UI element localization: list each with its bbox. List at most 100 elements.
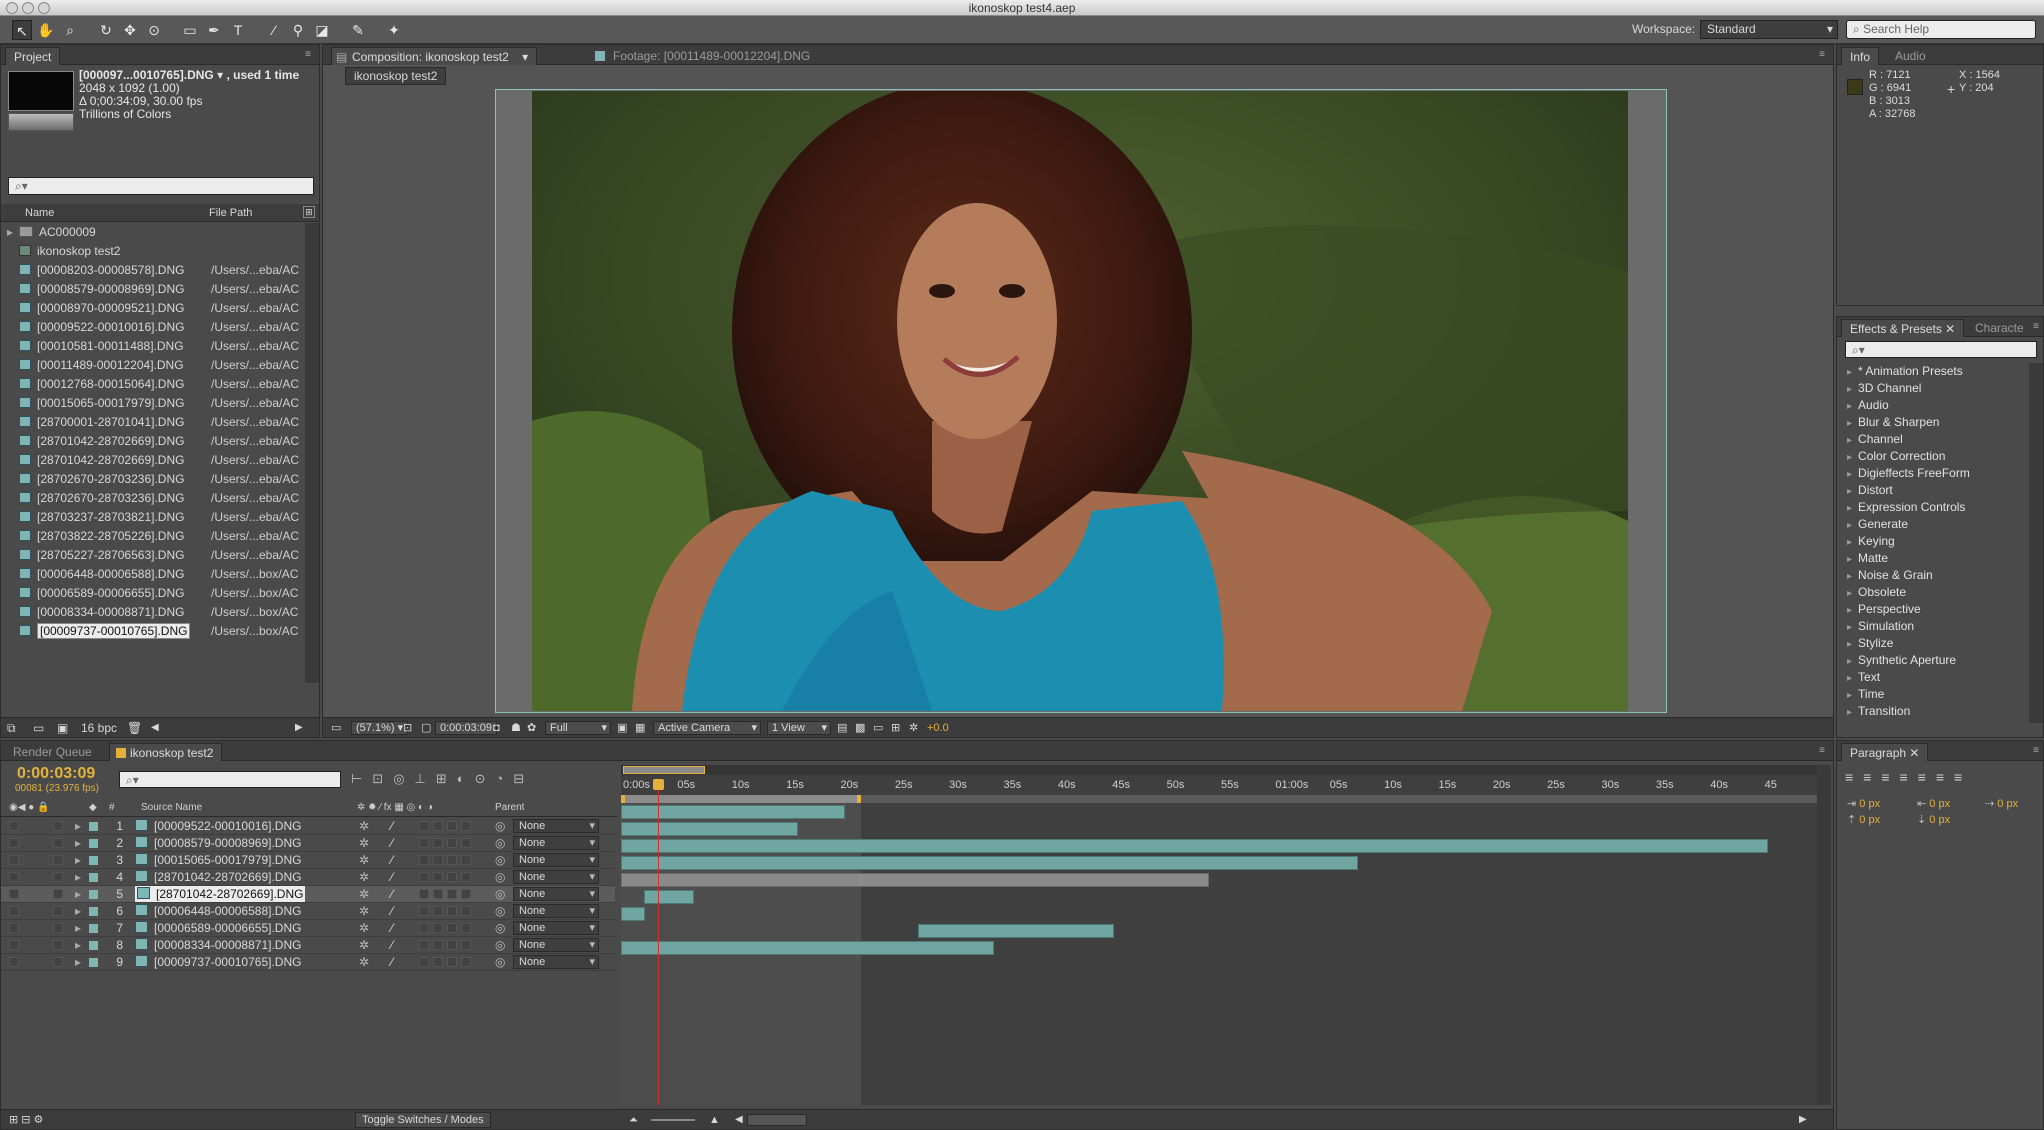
pick-whip-icon[interactable]: ◎ [495,937,505,953]
quality-switch-icon[interactable]: ⁄ [391,903,393,919]
layer-switch[interactable] [433,872,443,882]
camera-select[interactable]: Active Camera ▾ [653,721,761,735]
rectangle-tool-icon[interactable]: ▭ [180,20,200,40]
layer-switch[interactable] [447,838,457,848]
show-snapshot-icon[interactable]: ☗ [511,718,521,738]
project-item[interactable]: [00008579-00008969].DNG/Users/...eba/AC [5,280,303,299]
quality-switch-icon[interactable]: ⁄ [391,818,393,834]
expand-panes-icons[interactable]: ⊞ ⊟ ⚙ [9,1110,43,1130]
layer-row[interactable]: ▸ 4 [28701042-28702669].DNG ✲ ⁄ ◎ None [1,869,615,886]
pick-whip-icon[interactable]: ◎ [495,869,505,885]
layer-label-color[interactable] [89,907,98,916]
zoom-slider[interactable] [651,1119,695,1121]
expand-layer-icon[interactable]: ▸ [75,903,81,919]
expand-layer-icon[interactable]: ▸ [75,835,81,851]
effects-category[interactable]: Synthetic Aperture [1847,652,1956,669]
layer-duration-bar[interactable] [621,839,1769,853]
label-icon[interactable]: ◆ [89,799,97,817]
panel-menu-icon[interactable]: ≡ [305,49,311,60]
video-visibility-switch[interactable] [9,889,19,899]
mask-visibility-icon[interactable]: ▢ [421,718,431,738]
effects-category[interactable]: Blur & Sharpen [1847,414,1939,431]
project-item[interactable]: [00010581-00011488].DNG/Users/...eba/AC [5,337,303,356]
composition-canvas[interactable] [495,89,1667,713]
pick-whip-icon[interactable]: ◎ [495,920,505,936]
layer-source-name[interactable]: [00008579-00008969].DNG [135,835,301,851]
project-item[interactable]: [00008203-00008578].DNG/Users/...eba/AC [5,261,303,280]
layer-switch[interactable] [433,940,443,950]
video-visibility-switch[interactable] [9,923,19,933]
pick-whip-icon[interactable]: ◎ [495,886,505,902]
effects-search-input[interactable]: ⌕▾ [1845,341,2037,358]
layer-switch[interactable] [447,923,457,933]
layer-row[interactable]: ▸ 5 [28701042-28702669].DNG ✲ ⁄ ◎ None [1,886,615,903]
safe-zones-icon[interactable]: ⊡ [403,718,412,738]
shy-switch-icon[interactable]: ✲ [359,954,369,970]
layer-label-color[interactable] [89,890,98,899]
layer-switch[interactable] [461,872,471,882]
layer-row[interactable]: ▸ 8 [00008334-00008871].DNG ✲ ⁄ ◎ None [1,937,615,954]
layer-parent-select[interactable]: None [513,853,599,867]
layer-parent-select[interactable]: None [513,819,599,833]
exposure-reset-icon[interactable]: ✲ [909,718,918,738]
expand-layer-icon[interactable]: ▸ [75,920,81,936]
quality-switch-icon[interactable]: ⁄ [391,920,393,936]
effects-category[interactable]: Matte [1847,550,1888,567]
layer-source-name[interactable]: [00008334-00008871].DNG [135,937,301,953]
pen-tool-icon[interactable]: ✒ [204,20,224,40]
effects-category[interactable]: 3D Channel [1847,380,1921,397]
layer-source-name[interactable]: [00006589-00006655].DNG [135,920,301,936]
layer-switch[interactable] [419,855,429,865]
layer-switch[interactable] [419,923,429,933]
layer-source-name[interactable]: [00015065-00017979].DNG [135,852,301,868]
effects-category[interactable]: Simulation [1847,618,1914,635]
pick-whip-icon[interactable]: ◎ [495,835,505,851]
tab-composition[interactable]: ▤ Composition: ikonoskop test2 ▾ [331,47,538,65]
camera-orbit-icon[interactable]: ✥ [120,20,140,40]
layer-switch[interactable] [419,906,429,916]
layer-switch[interactable] [433,957,443,967]
layer-switch[interactable] [419,957,429,967]
expand-triangle-icon[interactable]: ▸ [7,223,13,242]
view-layout-select[interactable]: 1 View ▾ [767,721,831,735]
zoom-tool-icon[interactable]: ⌕ [60,20,80,40]
interpret-footage-icon[interactable]: ⧉ [7,718,16,738]
pick-whip-icon[interactable]: ◎ [495,903,505,919]
time-navigator-handle[interactable] [623,766,705,774]
layer-switch[interactable] [461,957,471,967]
effects-category[interactable]: Keying [1847,533,1895,550]
layer-switch[interactable] [447,872,457,882]
tab-effects-presets[interactable]: Effects & Presets ✕ [1841,319,1965,337]
effects-category[interactable]: Audio [1847,397,1889,414]
layer-switch[interactable] [447,889,457,899]
layer-parent-select[interactable]: None [513,870,599,884]
layer-label-color[interactable] [89,873,98,882]
layer-label-color[interactable] [89,839,98,848]
workspace-select[interactable]: Standard ▾ [1700,20,1838,39]
layer-row[interactable]: ▸ 1 [00009522-00010016].DNG ✲ ⁄ ◎ None [1,818,615,835]
expand-layer-icon[interactable]: ▸ [75,954,81,970]
quality-switch-icon[interactable]: ⁄ [391,886,393,902]
tab-project[interactable]: Project [5,47,61,65]
expand-layer-icon[interactable]: ▸ [75,869,81,885]
project-item[interactable]: [00008970-00009521].DNG/Users/...eba/AC [5,299,303,318]
layer-duration-bar[interactable] [621,873,1210,887]
shy-switch-icon[interactable]: ✲ [359,903,369,919]
roto-brush-icon[interactable]: ✎ [348,20,368,40]
project-item[interactable]: [00009737-00010765].DNG/Users/...box/AC [5,622,303,641]
effects-category[interactable]: Obsolete [1847,584,1906,601]
effects-category[interactable]: Color Correction [1847,448,1945,465]
shy-switch-icon[interactable]: ✲ [359,937,369,953]
quality-switch-icon[interactable]: ⁄ [391,869,393,885]
panel-menu-icon[interactable]: ≡ [1819,49,1825,60]
alignment-buttons[interactable]: ≡≡≡≡≡≡≡ [1845,769,1972,785]
layer-switch[interactable] [461,940,471,950]
layer-switch[interactable] [433,838,443,848]
lock-switch[interactable] [53,940,63,950]
switches-icons[interactable]: ✲ ✹ ⁄ fx ▦ ◎ ◐ ◑ [357,799,433,817]
eraser-icon[interactable]: ◪ [312,20,332,40]
exposure-value[interactable]: +0.0 [927,718,949,738]
effects-category[interactable]: Digieffects FreeForm [1847,465,1970,482]
panel-menu-icon[interactable]: ≡ [2033,321,2039,332]
layer-switch[interactable] [433,923,443,933]
